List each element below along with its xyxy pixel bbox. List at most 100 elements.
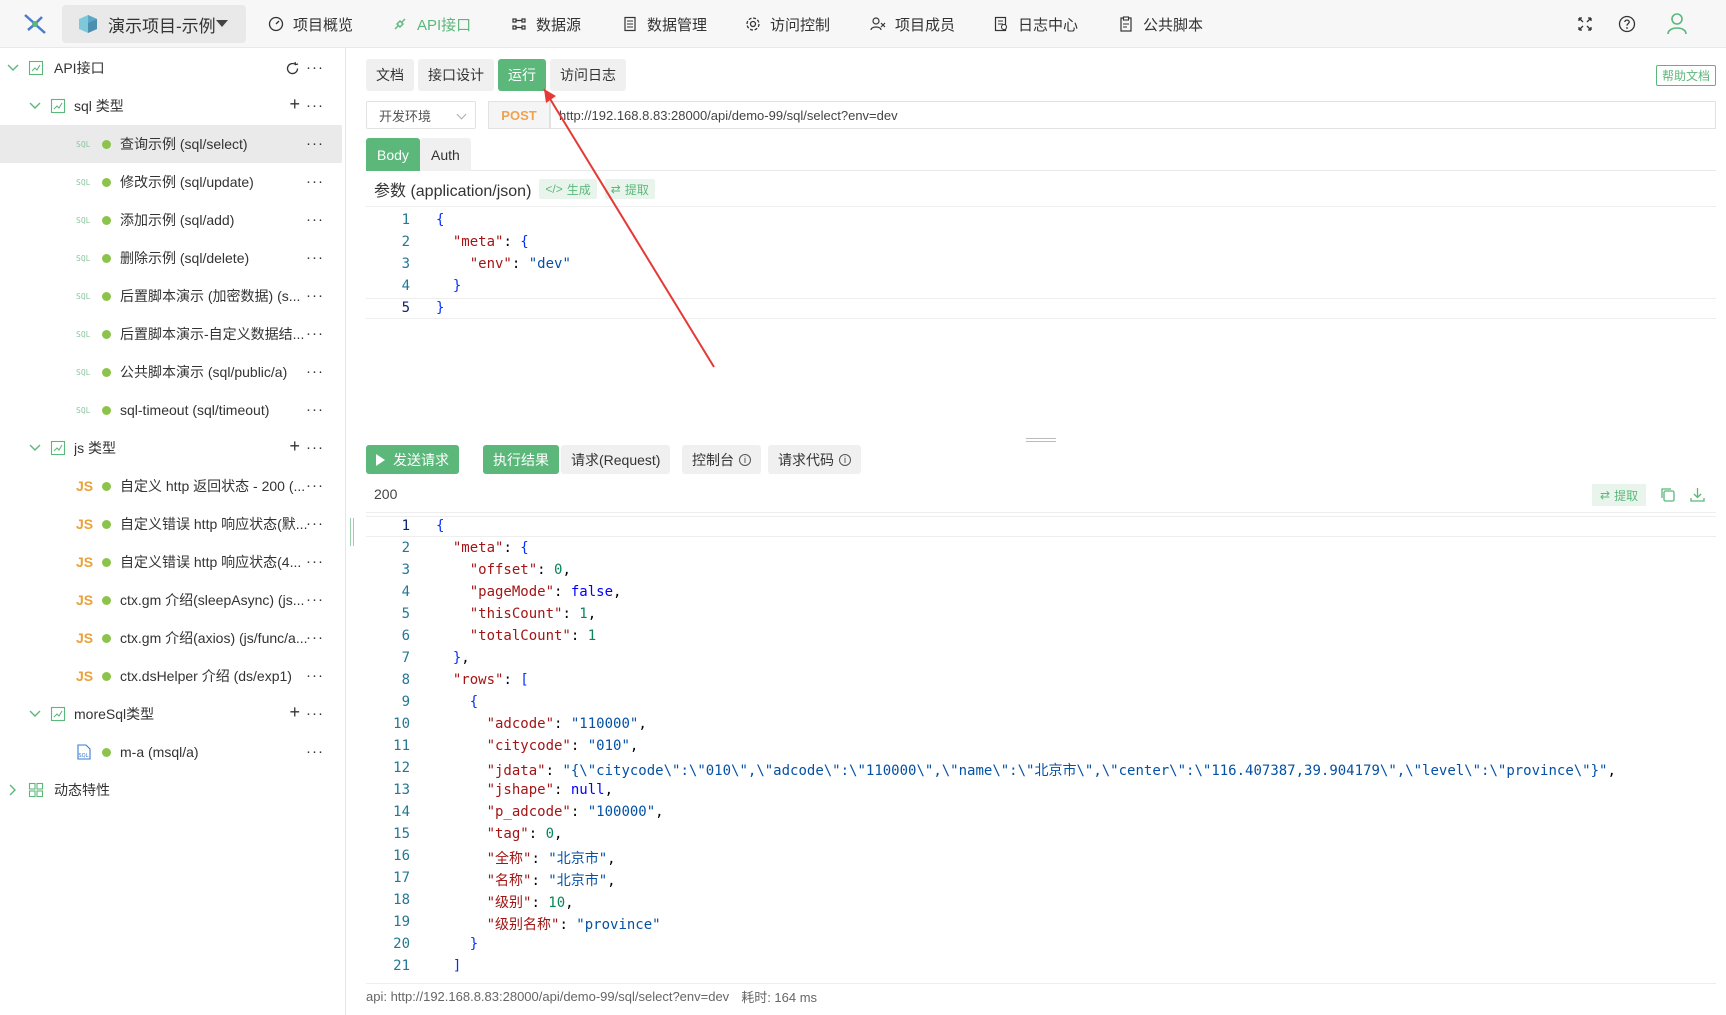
chevron-down-icon[interactable] [28, 441, 42, 455]
tree-group-sql[interactable]: sql 类型 + ··· [0, 87, 342, 125]
refresh-icon[interactable] [285, 61, 300, 76]
status-footer: api: http://192.168.8.83:28000/api/demo-… [366, 983, 1716, 1009]
help-icon[interactable] [1618, 15, 1636, 33]
tree-item-js-200[interactable]: JS 自定义 http 返回状态 - 200 (... ··· [0, 467, 342, 505]
help-docs-button[interactable]: 帮助文档 [1656, 65, 1716, 86]
tab-request[interactable]: 请求(Request) [561, 445, 671, 474]
add-icon[interactable]: + [289, 94, 300, 115]
tree-item-sql-update[interactable]: SQL 修改示例 (sql/update) ··· [0, 163, 342, 201]
more-icon[interactable]: ··· [306, 667, 324, 684]
sql-type-tag: SQL [76, 405, 91, 415]
tab-auth[interactable]: Auth [420, 138, 471, 171]
code-line: "totalCount": 1 [469, 628, 597, 644]
tab-exec-result[interactable]: 执行结果 [483, 445, 559, 474]
nav-label: 数据源 [536, 16, 582, 34]
line-number: 5 [401, 300, 410, 316]
response-body-viewer[interactable]: 1 {2 "meta": {3 "offset": 0, 4 "pageMode":… [366, 512, 1716, 982]
response-extract-button[interactable]: ⇄ 提取 [1592, 484, 1647, 506]
tab-docs[interactable]: 文档 [366, 59, 414, 91]
group-label: moreSql类型 [74, 706, 155, 722]
nav-log-center[interactable]: 日志中心 [993, 0, 1078, 48]
more-icon[interactable]: ··· [306, 363, 324, 380]
more-icon[interactable]: ··· [306, 401, 324, 418]
more-icon[interactable]: ··· [306, 325, 324, 342]
tree-item-js-error-4xx[interactable]: JS 自定义错误 http 响应状态(4... ··· [0, 543, 342, 581]
nav-public-scripts[interactable]: 公共脚本 [1118, 0, 1203, 48]
nav-members[interactable]: 项目成员 [870, 0, 955, 48]
nav-api[interactable]: API接口 [392, 0, 471, 48]
tree-item-sql-public[interactable]: SQL 公共脚本演示 (sql/public/a) ··· [0, 353, 342, 391]
nav-datasource[interactable]: 数据源 [511, 0, 581, 48]
tree-item-js-axios[interactable]: JS ctx.gm 介绍(axios) (js/func/a... ··· [0, 619, 342, 657]
download-icon[interactable] [1689, 486, 1706, 503]
nav-overview[interactable]: 项目概览 [268, 0, 353, 48]
more-icon[interactable]: ··· [306, 553, 324, 570]
tab-design[interactable]: 接口设计 [418, 59, 494, 91]
add-icon[interactable]: + [289, 702, 300, 723]
tree-item-msql-a[interactable]: SQL m-a (msql/a) ··· [0, 733, 342, 771]
tree-item-sql-add[interactable]: SQL 添加示例 (sql/add) ··· [0, 201, 342, 239]
request-url[interactable]: http://192.168.8.83:28000/api/demo-99/sq… [550, 101, 1716, 129]
tab-body[interactable]: Body [366, 138, 420, 171]
caret-down-icon [216, 20, 228, 27]
tree-group-moresql[interactable]: moreSql类型 + ··· [0, 695, 342, 733]
line-number: 2 [401, 234, 410, 250]
code-line: "jdata": "{\"citycode\":\"010\",\"adcode… [486, 763, 1616, 779]
tree-group-js[interactable]: js 类型 + ··· [0, 429, 342, 467]
code-line: } [436, 300, 445, 316]
more-icon[interactable]: ··· [306, 97, 324, 114]
folder-icon [50, 706, 66, 722]
tree-item-sql-post-encrypt[interactable]: SQL 后置脚本演示 (加密数据) (s... ··· [0, 277, 342, 315]
add-icon[interactable]: + [289, 436, 300, 457]
send-request-button[interactable]: 发送请求 [366, 445, 459, 474]
copy-icon[interactable] [1659, 486, 1676, 503]
more-icon[interactable]: ··· [306, 705, 324, 722]
sql-type-tag: SQL [76, 253, 91, 263]
tree-item-label: ctx.dsHelper 介绍 (ds/exp1) [120, 668, 292, 684]
status-dot [102, 633, 111, 643]
sidebar-resize-handle[interactable] [350, 518, 354, 546]
nav-access-control[interactable]: 访问控制 [745, 0, 830, 48]
tree-root-dynamic[interactable]: 动态特性 [0, 771, 342, 809]
status-dot [102, 139, 111, 149]
more-icon[interactable]: ··· [306, 59, 324, 76]
tree-item-js-dshelper[interactable]: JS ctx.dsHelper 介绍 (ds/exp1) ··· [0, 657, 342, 695]
user-avatar-icon[interactable] [1666, 12, 1688, 36]
tab-run[interactable]: 运行 [498, 59, 546, 91]
project-selector[interactable]: 演示项目-示例 [62, 5, 246, 43]
fullscreen-icon[interactable] [1577, 16, 1593, 32]
environment-select[interactable]: 开发环境 [366, 101, 476, 129]
more-icon[interactable]: ··· [306, 287, 324, 304]
tree-root-api[interactable]: API接口 ··· [0, 49, 342, 87]
more-icon[interactable]: ··· [306, 173, 324, 190]
tree-item-sql-delete[interactable]: SQL 删除示例 (sql/delete) ··· [0, 239, 342, 277]
tab-console[interactable]: 控制台 i [682, 445, 761, 474]
tree-item-sql-post-custom[interactable]: SQL 后置脚本演示-自定义数据结... ··· [0, 315, 342, 353]
more-icon[interactable]: ··· [306, 249, 324, 266]
more-icon[interactable]: ··· [306, 591, 324, 608]
app-logo-icon[interactable] [22, 12, 48, 36]
more-icon[interactable]: ··· [306, 135, 324, 152]
panel-resize-handle[interactable] [1026, 438, 1056, 442]
svg-text:SQL: SQL [79, 753, 89, 759]
more-icon[interactable]: ··· [306, 477, 324, 494]
code-line: "adcode": "110000", [486, 716, 647, 732]
datasource-icon [512, 18, 526, 30]
more-icon[interactable]: ··· [306, 439, 324, 456]
tree-item-label: ctx.gm 介绍(sleepAsync) (js... [120, 592, 305, 608]
tree-item-js-sleep[interactable]: JS ctx.gm 介绍(sleepAsync) (js... ··· [0, 581, 342, 619]
nav-label: 项目成员 [895, 16, 956, 34]
tree-item-js-error-default[interactable]: JS 自定义错误 http 响应状态(默... ··· [0, 505, 342, 543]
tab-request-code[interactable]: 请求代码 i [768, 445, 861, 474]
more-icon[interactable]: ··· [306, 629, 324, 646]
more-icon[interactable]: ··· [306, 743, 324, 760]
more-icon[interactable]: ··· [306, 211, 324, 228]
chevron-down-icon[interactable] [28, 99, 42, 113]
chevron-right-icon[interactable] [6, 783, 20, 797]
tree-item-sql-select[interactable]: SQL 查询示例 (sql/select) ··· [0, 125, 342, 163]
chevron-down-icon[interactable] [6, 61, 20, 75]
nav-data-management[interactable]: 数据管理 [622, 0, 707, 48]
more-icon[interactable]: ··· [306, 515, 324, 532]
tree-item-sql-timeout[interactable]: SQL sql-timeout (sql/timeout) ··· [0, 391, 342, 429]
chevron-down-icon[interactable] [28, 707, 42, 721]
